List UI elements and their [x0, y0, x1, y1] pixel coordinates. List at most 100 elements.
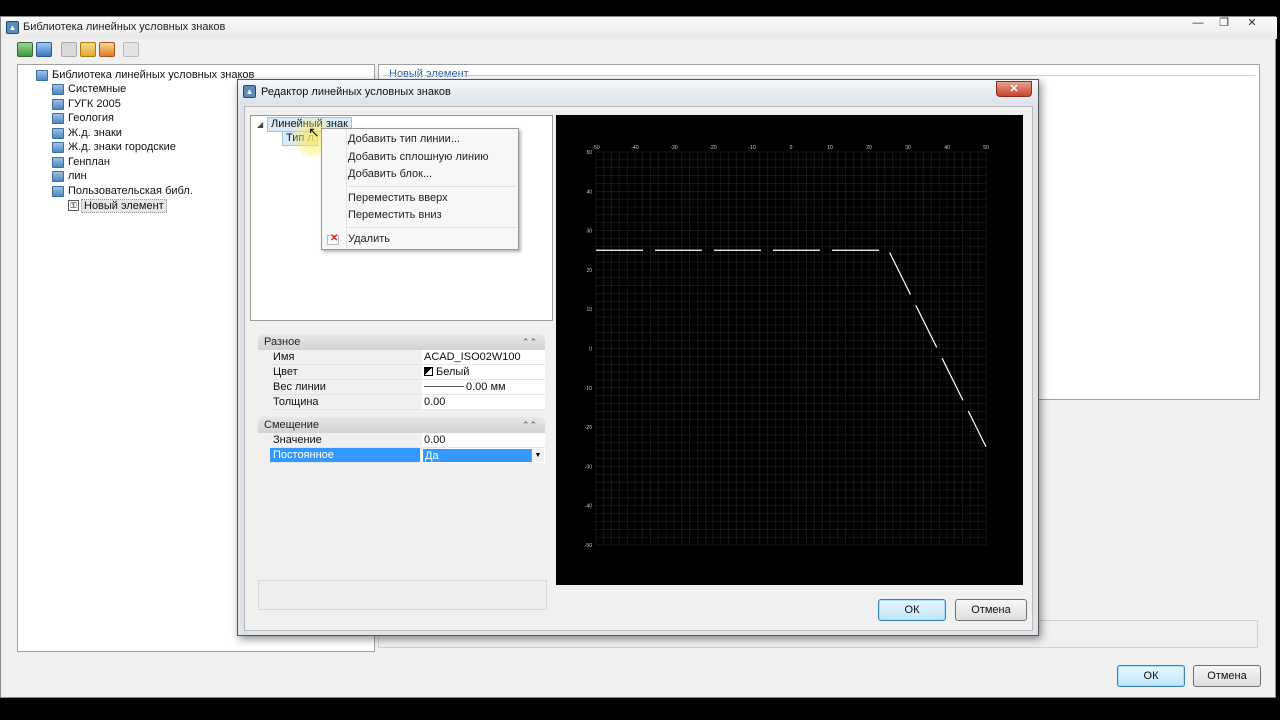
tree-child-label: Новый элемент	[81, 199, 167, 213]
minimize-button[interactable]: —	[1187, 17, 1209, 31]
folder-icon	[52, 99, 64, 110]
x-tick-label: 0	[790, 145, 793, 151]
property-row-name[interactable]: Имя ACAD_ISO02W100	[270, 350, 545, 365]
dialog-close-button[interactable]: ✕	[996, 81, 1032, 97]
dialog-body: ◢ Линейный знак Тип л ↖ Добавить тип лин…	[244, 106, 1033, 631]
preview-background	[556, 115, 1023, 585]
library-icon	[36, 70, 48, 81]
add-element-icon[interactable]	[36, 42, 52, 57]
tree-item-label: Геология	[68, 112, 114, 124]
x-tick-label: 10	[827, 145, 833, 151]
x-tick-label: -50	[592, 145, 599, 151]
property-row-value[interactable]: Значение 0.00	[270, 433, 545, 448]
symbol-structure-tree: ◢ Линейный знак Тип л ↖ Добавить тип лин…	[250, 115, 553, 321]
property-description-area	[258, 580, 547, 610]
x-tick-label: 20	[866, 145, 872, 151]
y-tick-label: -30	[585, 464, 592, 470]
y-tick-label: -20	[585, 425, 592, 431]
x-tick-label: -40	[631, 145, 638, 151]
library-window-title: Библиотека линейных условных знаков	[23, 21, 226, 33]
tree-item-label: Пользовательская библ.	[68, 185, 193, 197]
property-group-misc[interactable]: Разное ⌃⌃	[258, 334, 545, 350]
property-key: Толщина	[270, 395, 420, 410]
folder-icon[interactable]	[61, 42, 77, 57]
chevron-down-icon[interactable]: ▼	[531, 449, 544, 462]
y-tick-label: 10	[586, 307, 592, 313]
property-value[interactable]: 0.00	[422, 395, 545, 410]
x-tick-label: 50	[983, 145, 989, 151]
tree-item-label: Системные	[68, 83, 127, 95]
y-tick-label: -40	[585, 504, 592, 510]
lineweight-sample	[424, 386, 464, 387]
property-row-thickness[interactable]: Толщина 0.00	[270, 395, 545, 410]
save-folder-icon[interactable]	[99, 42, 115, 57]
property-key: Постоянное	[270, 448, 420, 463]
tree-item-label: Генплан	[68, 156, 110, 168]
menu-delete[interactable]: Удалить	[348, 230, 390, 248]
x-tick-label: 40	[944, 145, 950, 151]
property-group-title: Разное	[264, 336, 301, 348]
outer-cancel-button[interactable]: Отмена	[1193, 665, 1261, 687]
folder-icon	[52, 142, 64, 153]
new-library-icon[interactable]	[17, 42, 33, 57]
property-key: Цвет	[270, 365, 420, 380]
property-row-lineweight[interactable]: Вес линии 0.00 мм	[270, 380, 545, 395]
x-tick-label: -20	[709, 145, 716, 151]
menu-add-line-type[interactable]: Добавить тип линии...	[348, 130, 460, 148]
dialog-ok-button[interactable]: ОК	[878, 599, 946, 621]
folder-icon	[52, 157, 64, 168]
property-row-constant[interactable]: Постоянное Да ▼	[270, 448, 545, 463]
menu-move-up[interactable]: Переместить вверх	[348, 189, 448, 207]
open-folder-icon[interactable]	[80, 42, 96, 57]
dialog-cancel-button[interactable]: Отмена	[955, 599, 1027, 621]
folder-icon	[52, 186, 64, 197]
property-group-title: Смещение	[264, 419, 320, 431]
property-value[interactable]: 0.00	[422, 433, 545, 448]
y-tick-label: 50	[586, 150, 592, 156]
app-icon: ▲	[243, 85, 256, 98]
tree-root-label: Библиотека линейных условных знаков	[52, 69, 255, 81]
delete-icon[interactable]	[123, 42, 139, 57]
property-value[interactable]: ACAD_ISO02W100	[422, 350, 545, 365]
tree-item-label: лин	[68, 170, 87, 182]
property-value-dropdown[interactable]: Да ▼	[422, 448, 545, 463]
property-row-color[interactable]: Цвет Белый	[270, 365, 545, 380]
outer-ok-button[interactable]: ОК	[1117, 665, 1185, 687]
menu-separator	[348, 227, 516, 228]
y-tick-label: 40	[586, 189, 592, 195]
property-value-lineweight[interactable]: 0.00 мм	[422, 380, 545, 395]
folder-icon	[52, 128, 64, 139]
tree-item-label: Ж.д. знаки	[68, 127, 122, 139]
y-tick-label: 20	[586, 268, 592, 274]
divider	[383, 75, 1255, 76]
y-tick-label: 0	[589, 347, 592, 353]
lineweight-value: 0.00 мм	[466, 381, 506, 393]
property-key: Значение	[270, 433, 420, 448]
close-button[interactable]: ✕	[1241, 17, 1263, 31]
tree-item-label: ГУГК 2005	[68, 98, 121, 110]
menu-add-block[interactable]: Добавить блок...	[348, 165, 432, 183]
context-menu: Добавить тип линии... Добавить сплошную …	[321, 128, 519, 250]
collapse-icon[interactable]: ⌃⌃	[522, 334, 537, 350]
line-preview: -50 -40 -30 -20 -10 0 10 20 30 40 50 50 40 30 20 10 0 -10…	[556, 115, 1023, 585]
expand-icon[interactable]: ◢	[257, 120, 263, 129]
maximize-button[interactable]: ❐	[1213, 17, 1235, 31]
menu-move-down[interactable]: Переместить вниз	[348, 206, 442, 224]
folder-icon	[52, 171, 64, 182]
cursor-icon: ↖	[308, 124, 320, 140]
y-tick-label: -10	[585, 386, 592, 392]
x-tick-label: -10	[748, 145, 755, 151]
x-tick-label: -30	[670, 145, 677, 151]
color-swatch-icon	[424, 367, 433, 376]
property-value-color[interactable]: Белый	[422, 365, 545, 380]
library-window-titlebar: ▲ Библиотека линейных условных знаков — …	[1, 17, 1277, 39]
menu-add-solid-line[interactable]: Добавить сплошную линию	[348, 148, 489, 166]
property-group-offset[interactable]: Смещение ⌃⌃	[258, 417, 545, 433]
x-tick-label: 30	[905, 145, 911, 151]
y-tick-label: 30	[586, 229, 592, 235]
context-menu-gutter	[346, 130, 347, 248]
dropdown-value: Да	[425, 450, 439, 462]
line-preview-canvas: -50 -40 -30 -20 -10 0 10 20 30 40 50 50 40 30 20 10 0 -10…	[556, 115, 1023, 585]
line-symbol-editor-dialog: ▲ Редактор линейных условных знаков ✕ ◢ …	[237, 79, 1039, 636]
collapse-icon[interactable]: ⌃⌃	[522, 417, 537, 433]
